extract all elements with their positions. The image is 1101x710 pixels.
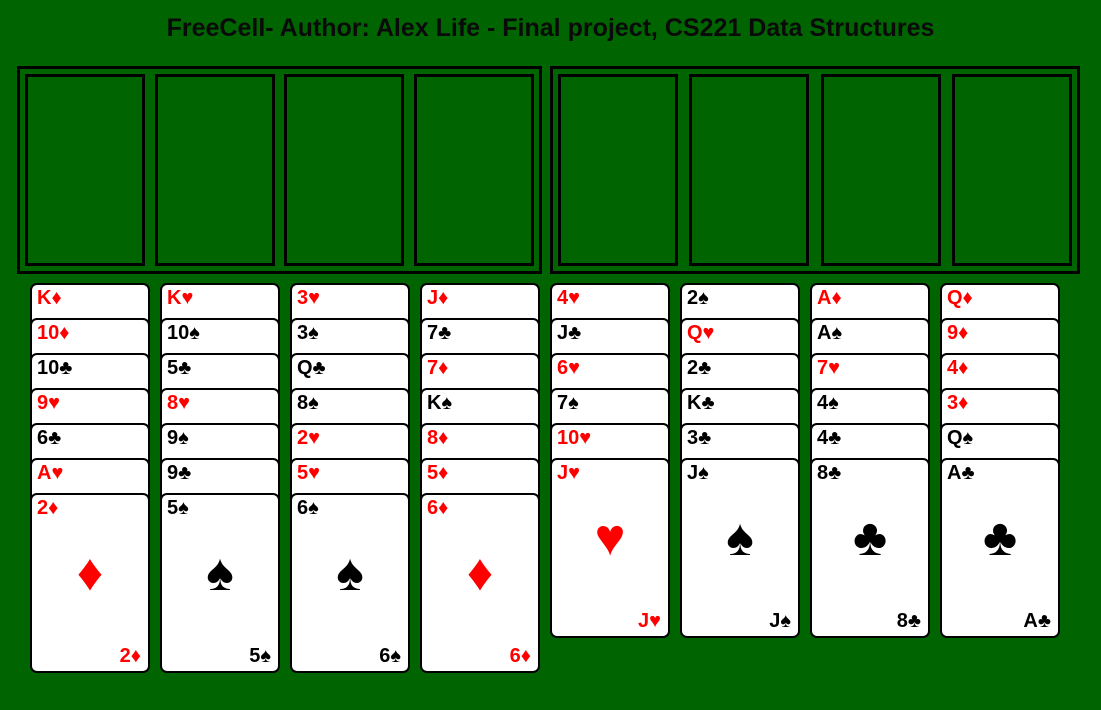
card-rank-suit-label: Q♥ <box>687 322 715 344</box>
card-center-pip-icon: ♠ <box>206 544 234 602</box>
foundations-row <box>558 74 1072 266</box>
card-center-pip-icon: ♣ <box>852 509 888 567</box>
tableau-card-top[interactable]: 6♠ ♠ 6♠ <box>290 493 410 673</box>
card-rank-suit-label: K♦ <box>37 287 62 309</box>
card-rank-suit-label-bottom: 6♦ <box>509 645 531 667</box>
card-rank-suit-label: 7♠ <box>557 392 579 414</box>
card-rank-suit-label: J♦ <box>427 287 449 309</box>
tableau-card-top[interactable]: 5♠ ♠ 5♠ <box>160 493 280 673</box>
tableau-card-top[interactable]: 8♣ ♣ 8♣ <box>810 458 930 638</box>
card-rank-suit-label-bottom: 2♦ <box>119 645 141 667</box>
card-rank-suit-label: 9♣ <box>167 462 192 484</box>
card-rank-suit-label: 2♠ <box>687 287 709 309</box>
card-rank-suit-label: 5♠ <box>167 497 189 519</box>
card-center-pip-icon: ♦ <box>466 544 494 602</box>
card-rank-suit-label: 4♦ <box>947 357 969 379</box>
card-rank-suit-label: 4♥ <box>557 287 580 309</box>
free-cell-slot-1[interactable] <box>25 74 145 266</box>
card-rank-suit-label: 3♥ <box>297 287 320 309</box>
card-center-pip-icon: ♠ <box>336 544 364 602</box>
card-rank-suit-label: K♣ <box>687 392 715 414</box>
card-rank-suit-label-bottom: J♠ <box>769 610 791 632</box>
card-rank-suit-label: 6♣ <box>37 427 62 449</box>
free-cells-row <box>25 74 534 266</box>
tableau-card-top[interactable]: A♣ ♣ A♣ <box>940 458 1060 638</box>
card-rank-suit-label: 8♣ <box>817 462 842 484</box>
card-rank-suit-label: 5♦ <box>427 462 449 484</box>
card-rank-suit-label: 10♣ <box>37 357 73 379</box>
card-rank-suit-label: 10♦ <box>37 322 70 344</box>
foundations-container <box>550 66 1080 274</box>
card-rank-suit-label: J♠ <box>687 462 709 484</box>
free-cell-slot-2[interactable] <box>154 74 275 266</box>
card-rank-suit-label-bottom: J♥ <box>638 610 661 632</box>
card-rank-suit-label: 2♦ <box>37 497 59 519</box>
foundation-slot-3[interactable] <box>820 74 941 266</box>
card-rank-suit-label: 8♥ <box>167 392 190 414</box>
card-rank-suit-label: 9♠ <box>167 427 189 449</box>
card-rank-suit-label: 6♥ <box>557 357 580 379</box>
card-rank-suit-label: 2♥ <box>297 427 320 449</box>
foundation-slot-4[interactable] <box>951 74 1072 266</box>
tableau-card-top[interactable]: 6♦ ♦ 6♦ <box>420 493 540 673</box>
card-center-pip-icon: ♣ <box>982 509 1018 567</box>
card-rank-suit-label: A♥ <box>37 462 64 484</box>
card-rank-suit-label: J♣ <box>557 322 582 344</box>
card-rank-suit-label: 4♣ <box>817 427 842 449</box>
card-rank-suit-label: Q♠ <box>947 427 974 449</box>
card-rank-suit-label: 6♠ <box>297 497 319 519</box>
card-rank-suit-label: 7♦ <box>427 357 449 379</box>
card-rank-suit-label: Q♣ <box>297 357 326 379</box>
card-rank-suit-label: A♦ <box>817 287 842 309</box>
card-rank-suit-label: 9♥ <box>37 392 60 414</box>
card-rank-suit-label-bottom: A♣ <box>1023 610 1051 632</box>
card-rank-suit-label: 7♣ <box>427 322 452 344</box>
card-rank-suit-label: 10♥ <box>557 427 592 449</box>
free-cells-container <box>17 66 542 274</box>
free-cell-slot-3[interactable] <box>284 74 405 266</box>
card-rank-suit-label: 9♦ <box>947 322 969 344</box>
card-center-pip-icon: ♦ <box>76 544 104 602</box>
card-rank-suit-label: 5♥ <box>297 462 320 484</box>
card-rank-suit-label: A♠ <box>817 322 843 344</box>
card-rank-suit-label: Q♦ <box>947 287 973 309</box>
card-rank-suit-label: 2♣ <box>687 357 712 379</box>
card-rank-suit-label: 7♥ <box>817 357 840 379</box>
tableau-card-top[interactable]: J♥ ♥ J♥ <box>550 458 670 638</box>
card-rank-suit-label: 8♦ <box>427 427 449 449</box>
page-title: FreeCell- Author: Alex Life - Final proj… <box>166 14 935 42</box>
card-rank-suit-label: J♥ <box>557 462 580 484</box>
foundation-slot-2[interactable] <box>689 74 810 266</box>
free-cell-slot-4[interactable] <box>413 74 534 266</box>
card-center-pip-icon: ♠ <box>726 509 754 567</box>
card-rank-suit-label: 6♦ <box>427 497 449 519</box>
card-rank-suit-label: K♠ <box>427 392 453 414</box>
foundation-slot-1[interactable] <box>558 74 678 266</box>
card-rank-suit-label: 3♣ <box>687 427 712 449</box>
card-rank-suit-label: A♣ <box>947 462 975 484</box>
card-rank-suit-label-bottom: 8♣ <box>896 610 921 632</box>
card-rank-suit-label: 3♠ <box>297 322 319 344</box>
tableau: K♦ 10♦ 10♣ 9♥ 6♣ A♥ 2♦ ♦ 2♦ K♥ 10♠ 5♣ 8♥ 9♠ 9♣ 5♠ ♠ 5♠ 3♥ 3… <box>30 283 1075 693</box>
card-center-pip-icon: ♥ <box>594 509 626 567</box>
tableau-card-top[interactable]: J♠ ♠ J♠ <box>680 458 800 638</box>
card-rank-suit-label: 4♠ <box>817 392 839 414</box>
tableau-card-top[interactable]: 2♦ ♦ 2♦ <box>30 493 150 673</box>
card-rank-suit-label-bottom: 6♠ <box>379 645 401 667</box>
card-rank-suit-label: 3♦ <box>947 392 969 414</box>
card-rank-suit-label: 5♣ <box>167 357 192 379</box>
card-rank-suit-label: 10♠ <box>167 322 200 344</box>
card-rank-suit-label: K♥ <box>167 287 194 309</box>
card-rank-suit-label: 8♠ <box>297 392 319 414</box>
card-rank-suit-label-bottom: 5♠ <box>249 645 271 667</box>
